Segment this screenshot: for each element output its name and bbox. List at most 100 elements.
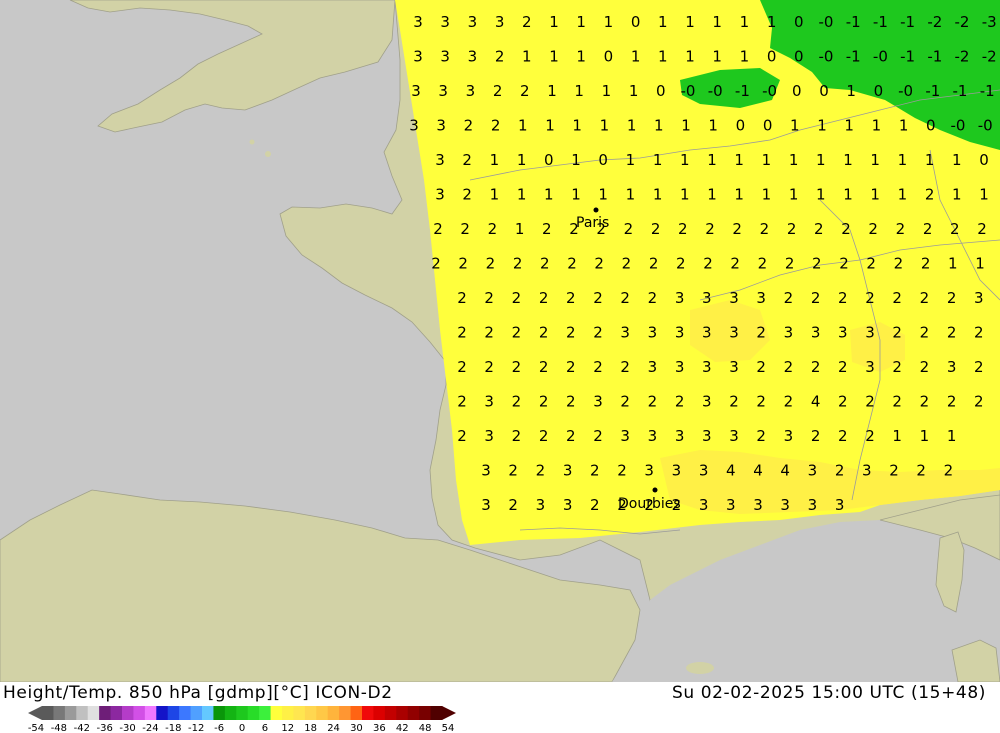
temperature-value: 3 — [436, 117, 446, 135]
temperature-value: 3 — [784, 324, 794, 342]
legend-tick-label: -36 — [96, 723, 112, 732]
temperature-value: 3 — [811, 324, 821, 342]
city-marker — [593, 207, 599, 213]
temperature-value: 2 — [593, 324, 603, 342]
temperature-value: 3 — [699, 496, 709, 514]
temperature-value: 2 — [620, 289, 630, 307]
temperature-value: 2 — [520, 82, 530, 100]
legend-swatch — [339, 706, 352, 720]
temperature-value: 3 — [620, 427, 630, 445]
temperature-value: 2 — [920, 358, 930, 376]
legend-swatch — [259, 706, 272, 720]
temperature-value: 2 — [617, 462, 627, 480]
legend-tick-label: -24 — [142, 723, 158, 732]
legend-swatch — [316, 706, 329, 720]
legend-swatch — [99, 706, 112, 720]
temperature-value: 3 — [808, 462, 818, 480]
temperature-value: 3 — [835, 496, 845, 514]
temperature-value: -2 — [955, 13, 970, 31]
temperature-value: 3 — [947, 358, 957, 376]
chart-title: Height/Temp. 850 hPa [gdmp][°C] ICON-D2 — [3, 683, 393, 703]
temperature-value: 2 — [950, 220, 960, 238]
temperature-value: 2 — [947, 289, 957, 307]
temperature-value: 2 — [835, 462, 845, 480]
temperature-value: -0 — [978, 117, 993, 135]
temperature-value: -0 — [681, 82, 696, 100]
legend-swatch — [430, 706, 443, 720]
temperature-value: 1 — [920, 427, 930, 445]
temperature-value: 3 — [729, 324, 739, 342]
temperature-value: 1 — [515, 220, 525, 238]
temperature-value: 2 — [484, 289, 494, 307]
temperature-value: -0 — [951, 117, 966, 135]
temperature-value: 2 — [593, 289, 603, 307]
temperature-value: 2 — [539, 427, 549, 445]
temperature-value: 2 — [947, 324, 957, 342]
temperature-value: 1 — [572, 117, 582, 135]
temperature-value: 2 — [865, 289, 875, 307]
map-svg: 3 3 3 3 2 1 1 1 0 1 1 1 1 1 0 -0 -1 -1 -1 -2 -2 -33 3 3 2 1 1 1 0 1 1 1… — [0, 0, 1000, 682]
legend-tick-label: 30 — [350, 723, 363, 732]
temperature-value: 2 — [676, 255, 686, 273]
temperature-value: 2 — [974, 393, 984, 411]
temperature-value: 2 — [756, 393, 766, 411]
temperature-value: 2 — [566, 393, 576, 411]
temperature-value: 2 — [508, 496, 518, 514]
temperature-value: -2 — [955, 48, 970, 66]
temperature-value: 0 — [792, 82, 802, 100]
temperature-value: 3 — [702, 358, 712, 376]
temperature-value: 2 — [838, 393, 848, 411]
temperature-value: 1 — [654, 117, 664, 135]
land-guernsey — [249, 139, 255, 145]
temperature-value: -1 — [846, 13, 861, 31]
temperature-value: 1 — [762, 186, 772, 204]
legend-tick-label: -42 — [74, 723, 90, 732]
map-footer: Height/Temp. 850 hPa [gdmp][°C] ICON-D2 … — [0, 682, 1000, 733]
temperature-value: 1 — [680, 186, 690, 204]
temperature-value: 2 — [512, 427, 522, 445]
temperature-value: 1 — [979, 186, 989, 204]
temperature-value: 3 — [644, 462, 654, 480]
temperature-value: 2 — [590, 496, 600, 514]
legend-swatch — [384, 706, 397, 720]
temperature-value: 1 — [952, 186, 962, 204]
temperature-value: 2 — [758, 255, 768, 273]
temperature-value: 2 — [892, 358, 902, 376]
temperature-value: 2 — [866, 255, 876, 273]
temperature-value: 2 — [916, 462, 926, 480]
temperature-value: -1 — [927, 48, 942, 66]
temperature-value: 2 — [513, 255, 523, 273]
temperature-value: 1 — [522, 48, 532, 66]
temperature-value: 1 — [574, 82, 584, 100]
legend-swatch — [190, 706, 203, 720]
temperature-value: -0 — [762, 82, 777, 100]
temperature-value: -0 — [898, 82, 913, 100]
temperature-value: -0 — [819, 13, 834, 31]
temperature-value: 1 — [653, 151, 663, 169]
temperature-value: 2 — [865, 393, 875, 411]
temperature-value: 3 — [484, 393, 494, 411]
temperature-value: 2 — [457, 427, 467, 445]
temperature-value: 2 — [811, 289, 821, 307]
temperature-value: 1 — [846, 82, 856, 100]
temperature-value: -1 — [900, 13, 915, 31]
temperature-value: 2 — [512, 393, 522, 411]
temperature-value: 1 — [899, 117, 909, 135]
temperature-value: 2 — [593, 427, 603, 445]
legend-swatch — [179, 706, 192, 720]
temperature-value: 1 — [707, 186, 717, 204]
temperature-value: 1 — [685, 13, 695, 31]
legend-swatch — [282, 706, 294, 720]
temperature-value: 2 — [784, 358, 794, 376]
temperature-value: 3 — [413, 13, 423, 31]
temperature-value: 2 — [814, 220, 824, 238]
temperature-value: 2 — [892, 393, 902, 411]
map-canvas[interactable]: 3 3 3 3 2 1 1 1 0 1 1 1 1 1 0 -0 -1 -1 -1 -2 -2 -3 3 3 3 2 1 1 1 0 1 1 1… — [0, 0, 1000, 682]
temperature-value: 2 — [539, 358, 549, 376]
temperature-value: 3 — [702, 393, 712, 411]
temperature-value: 3 — [481, 462, 491, 480]
temperature-value: 2 — [865, 427, 875, 445]
legend-swatch — [42, 706, 54, 720]
temperature-value: 1 — [892, 427, 902, 445]
legend-tick-label: -30 — [119, 723, 135, 732]
